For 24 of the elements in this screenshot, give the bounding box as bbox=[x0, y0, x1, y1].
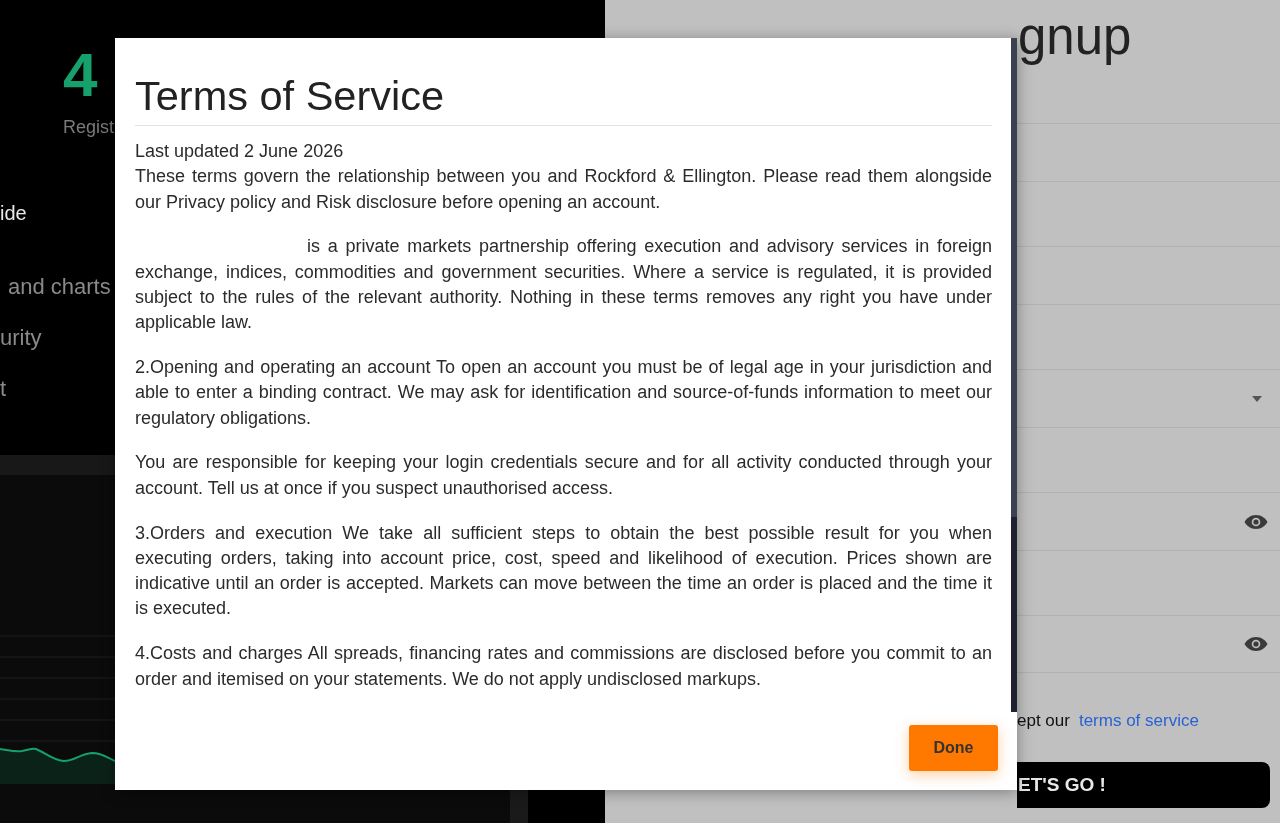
terms-paragraph: 4.Costs and charges All spreads, financing rates and commissions are disclosed before you commit to an order and itemised on your statements. We do not apply undisclosed markups. bbox=[135, 642, 992, 691]
scrollbar-track bbox=[510, 790, 528, 823]
stat-label: Regist bbox=[63, 116, 115, 138]
sidebar-heading: ide bbox=[0, 201, 27, 225]
terms-paragraph: is a private markets partnership offering execution and advisory services in foreign exchange, indices, commodities and government securities. Where a service is regulated, it is provided subject to the rules of the relevant authority. Nothing in these terms removes any right you have under applicable law. bbox=[135, 235, 992, 335]
caret-icon bbox=[1252, 395, 1262, 402]
stat-value: 4 bbox=[63, 44, 98, 106]
eye-icon[interactable] bbox=[1244, 513, 1268, 530]
scrollbar[interactable] bbox=[1011, 38, 1017, 712]
terms-paragraph: 2.Opening and operating an account To open an account you must be of legal age in your jurisdiction and able to enter a binding contract. We may ask for identification and source-of-funds information to meet our regulatory obligations. bbox=[135, 356, 992, 430]
password-field[interactable] bbox=[1017, 615, 1280, 673]
sidebar-item[interactable]: and charts bbox=[0, 273, 111, 301]
terms-text: ept our bbox=[1017, 711, 1070, 731]
eye-icon[interactable] bbox=[1244, 636, 1268, 652]
done-button[interactable]: Done bbox=[909, 725, 998, 771]
sidebar-item[interactable]: t bbox=[0, 375, 7, 403]
submit-button[interactable]: ET'S GO ! bbox=[1017, 762, 1270, 808]
sidebar-item[interactable]: urity bbox=[0, 324, 42, 352]
terms-paragraph: 3.Orders and execution We take all sufficient steps to obtain the best possible result for you when executing orders, taking into account price, cost, speed and likelihood of execution. Prices shown are indicative until an order is accepted. Markets can move between the time an order is placed and the time it is executed. bbox=[135, 521, 992, 621]
terms-paragraph: These terms govern the relationship between you and Rockford & Ellington. Please read them alongside our Privacy policy and Risk disclosure before opening an account. bbox=[135, 165, 992, 214]
updated-date: Last updated 2 June 2026 bbox=[135, 140, 345, 163]
terms-link[interactable]: terms of service bbox=[1078, 711, 1199, 731]
modal-title: Terms of Service bbox=[135, 72, 446, 120]
terms-paragraph: You are responsible for keeping your login credentials secure and for all activity conducted through your account. Tell us at once if you suspect unauthorised access. bbox=[135, 451, 992, 500]
